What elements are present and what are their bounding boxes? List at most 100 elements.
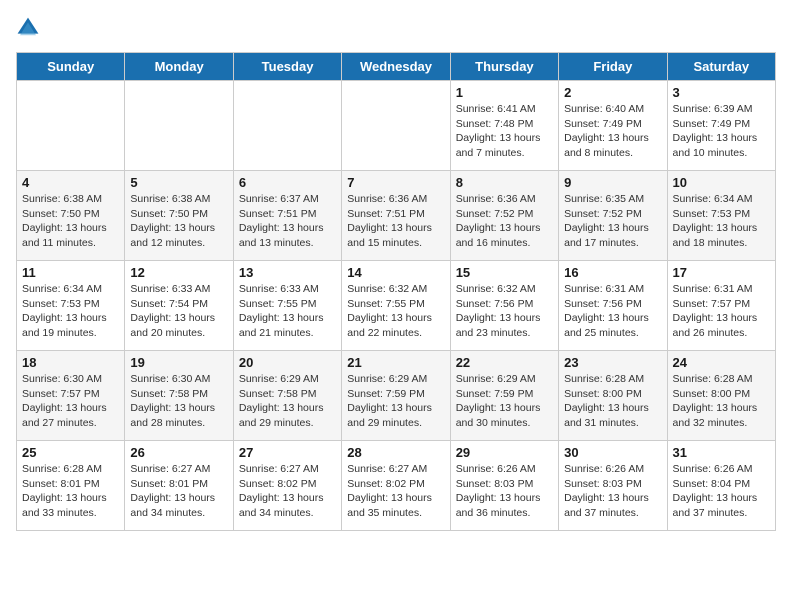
calendar-cell: 16 Sunrise: 6:31 AM Sunset: 7:56 PM Dayli… (559, 261, 667, 351)
header-row: SundayMondayTuesdayWednesdayThursdayFrid… (17, 53, 776, 81)
calendar-cell: 3 Sunrise: 6:39 AM Sunset: 7:49 PM Daylig… (667, 81, 775, 171)
calendar-cell: 11 Sunrise: 6:34 AM Sunset: 7:53 PM Dayli… (17, 261, 125, 351)
day-info: Sunrise: 6:36 AM Sunset: 7:52 PM Dayligh… (456, 192, 553, 251)
calendar-cell: 6 Sunrise: 6:37 AM Sunset: 7:51 PM Daylig… (233, 171, 341, 261)
calendar-cell: 31Sunrise: 6:26 AM Sunset: 8:04 PM Dayli… (667, 441, 775, 531)
day-info: Sunrise: 6:29 AM Sunset: 7:58 PM Dayligh… (239, 372, 336, 431)
day-info: Sunrise: 6:26 AM Sunset: 8:03 PM Dayligh… (564, 462, 661, 521)
calendar-cell: 24 Sunrise: 6:28 AM Sunset: 8:00 PM Dayli… (667, 351, 775, 441)
day-info: Sunrise: 6:26 AM Sunset: 8:03 PM Dayligh… (456, 462, 553, 521)
calendar-cell: 22Sunrise: 6:29 AM Sunset: 7:59 PM Dayli… (450, 351, 558, 441)
calendar-cell (233, 81, 341, 171)
day-number: 24 (673, 355, 770, 370)
calendar-cell: 28 Sunrise: 6:27 AM Sunset: 8:02 PM Dayli… (342, 441, 450, 531)
day-header: Thursday (450, 53, 558, 81)
day-number: 14 (347, 265, 444, 280)
day-number: 10 (673, 175, 770, 190)
day-number: 7 (347, 175, 444, 190)
calendar-week-row: 25Sunrise: 6:28 AM Sunset: 8:01 PM Dayli… (17, 441, 776, 531)
calendar-cell: 15 Sunrise: 6:32 AM Sunset: 7:56 PM Dayli… (450, 261, 558, 351)
page-header (16, 16, 776, 40)
day-number: 23 (564, 355, 661, 370)
day-number: 15 (456, 265, 553, 280)
day-info: Sunrise: 6:32 AM Sunset: 7:55 PM Dayligh… (347, 282, 444, 341)
calendar-week-row: 18Sunrise: 6:30 AM Sunset: 7:57 PM Dayli… (17, 351, 776, 441)
day-header: Sunday (17, 53, 125, 81)
day-info: Sunrise: 6:38 AM Sunset: 7:50 PM Dayligh… (22, 192, 119, 251)
day-number: 18 (22, 355, 119, 370)
day-number: 11 (22, 265, 119, 280)
day-info: Sunrise: 6:33 AM Sunset: 7:54 PM Dayligh… (130, 282, 227, 341)
day-number: 4 (22, 175, 119, 190)
calendar-body: 1 Sunrise: 6:41 AM Sunset: 7:48 PM Daylig… (17, 81, 776, 531)
day-number: 17 (673, 265, 770, 280)
day-number: 8 (456, 175, 553, 190)
day-info: Sunrise: 6:28 AM Sunset: 8:00 PM Dayligh… (673, 372, 770, 431)
day-header: Friday (559, 53, 667, 81)
day-header: Tuesday (233, 53, 341, 81)
day-info: Sunrise: 6:34 AM Sunset: 7:53 PM Dayligh… (22, 282, 119, 341)
day-number: 27 (239, 445, 336, 460)
day-info: Sunrise: 6:28 AM Sunset: 8:00 PM Dayligh… (564, 372, 661, 431)
calendar-cell: 5 Sunrise: 6:38 AM Sunset: 7:50 PM Daylig… (125, 171, 233, 261)
day-number: 26 (130, 445, 227, 460)
day-info: Sunrise: 6:30 AM Sunset: 7:58 PM Dayligh… (130, 372, 227, 431)
day-number: 30 (564, 445, 661, 460)
calendar-header: SundayMondayTuesdayWednesdayThursdayFrid… (17, 53, 776, 81)
day-header: Monday (125, 53, 233, 81)
day-number: 28 (347, 445, 444, 460)
day-info: Sunrise: 6:38 AM Sunset: 7:50 PM Dayligh… (130, 192, 227, 251)
day-header: Saturday (667, 53, 775, 81)
day-info: Sunrise: 6:39 AM Sunset: 7:49 PM Dayligh… (673, 102, 770, 161)
calendar-cell: 27 Sunrise: 6:27 AM Sunset: 8:02 PM Dayli… (233, 441, 341, 531)
calendar-cell: 7 Sunrise: 6:36 AM Sunset: 7:51 PM Daylig… (342, 171, 450, 261)
calendar-cell: 25Sunrise: 6:28 AM Sunset: 8:01 PM Dayli… (17, 441, 125, 531)
calendar-cell (342, 81, 450, 171)
day-number: 6 (239, 175, 336, 190)
logo-icon (16, 16, 40, 40)
day-info: Sunrise: 6:27 AM Sunset: 8:02 PM Dayligh… (347, 462, 444, 521)
day-number: 20 (239, 355, 336, 370)
calendar-cell: 10Sunrise: 6:34 AM Sunset: 7:53 PM Dayli… (667, 171, 775, 261)
day-number: 21 (347, 355, 444, 370)
calendar-week-row: 1 Sunrise: 6:41 AM Sunset: 7:48 PM Daylig… (17, 81, 776, 171)
calendar-cell: 9 Sunrise: 6:35 AM Sunset: 7:52 PM Daylig… (559, 171, 667, 261)
calendar-cell: 1 Sunrise: 6:41 AM Sunset: 7:48 PM Daylig… (450, 81, 558, 171)
calendar-cell: 2Sunrise: 6:40 AM Sunset: 7:49 PM Daylig… (559, 81, 667, 171)
day-info: Sunrise: 6:29 AM Sunset: 7:59 PM Dayligh… (456, 372, 553, 431)
day-number: 13 (239, 265, 336, 280)
day-info: Sunrise: 6:36 AM Sunset: 7:51 PM Dayligh… (347, 192, 444, 251)
day-number: 9 (564, 175, 661, 190)
day-info: Sunrise: 6:41 AM Sunset: 7:48 PM Dayligh… (456, 102, 553, 161)
day-number: 1 (456, 85, 553, 100)
day-number: 5 (130, 175, 227, 190)
calendar-cell: 17 Sunrise: 6:31 AM Sunset: 7:57 PM Dayli… (667, 261, 775, 351)
day-info: Sunrise: 6:31 AM Sunset: 7:56 PM Dayligh… (564, 282, 661, 341)
day-number: 16 (564, 265, 661, 280)
day-number: 2 (564, 85, 661, 100)
calendar-cell: 13Sunrise: 6:33 AM Sunset: 7:55 PM Dayli… (233, 261, 341, 351)
calendar-cell: 12 Sunrise: 6:33 AM Sunset: 7:54 PM Dayli… (125, 261, 233, 351)
calendar-cell: 14 Sunrise: 6:32 AM Sunset: 7:55 PM Dayli… (342, 261, 450, 351)
logo (16, 16, 44, 40)
day-header: Wednesday (342, 53, 450, 81)
calendar-week-row: 4 Sunrise: 6:38 AM Sunset: 7:50 PM Daylig… (17, 171, 776, 261)
day-number: 31 (673, 445, 770, 460)
day-info: Sunrise: 6:27 AM Sunset: 8:02 PM Dayligh… (239, 462, 336, 521)
day-info: Sunrise: 6:32 AM Sunset: 7:56 PM Dayligh… (456, 282, 553, 341)
day-number: 19 (130, 355, 227, 370)
day-info: Sunrise: 6:37 AM Sunset: 7:51 PM Dayligh… (239, 192, 336, 251)
day-number: 12 (130, 265, 227, 280)
calendar-cell: 26 Sunrise: 6:27 AM Sunset: 8:01 PM Dayli… (125, 441, 233, 531)
day-info: Sunrise: 6:35 AM Sunset: 7:52 PM Dayligh… (564, 192, 661, 251)
calendar-cell: 23 Sunrise: 6:28 AM Sunset: 8:00 PM Dayli… (559, 351, 667, 441)
calendar-cell: 21 Sunrise: 6:29 AM Sunset: 7:59 PM Dayli… (342, 351, 450, 441)
day-info: Sunrise: 6:28 AM Sunset: 8:01 PM Dayligh… (22, 462, 119, 521)
day-info: Sunrise: 6:29 AM Sunset: 7:59 PM Dayligh… (347, 372, 444, 431)
calendar-cell (125, 81, 233, 171)
calendar-cell: 30 Sunrise: 6:26 AM Sunset: 8:03 PM Dayli… (559, 441, 667, 531)
calendar-cell: 29Sunrise: 6:26 AM Sunset: 8:03 PM Dayli… (450, 441, 558, 531)
day-info: Sunrise: 6:31 AM Sunset: 7:57 PM Dayligh… (673, 282, 770, 341)
day-number: 3 (673, 85, 770, 100)
day-info: Sunrise: 6:27 AM Sunset: 8:01 PM Dayligh… (130, 462, 227, 521)
